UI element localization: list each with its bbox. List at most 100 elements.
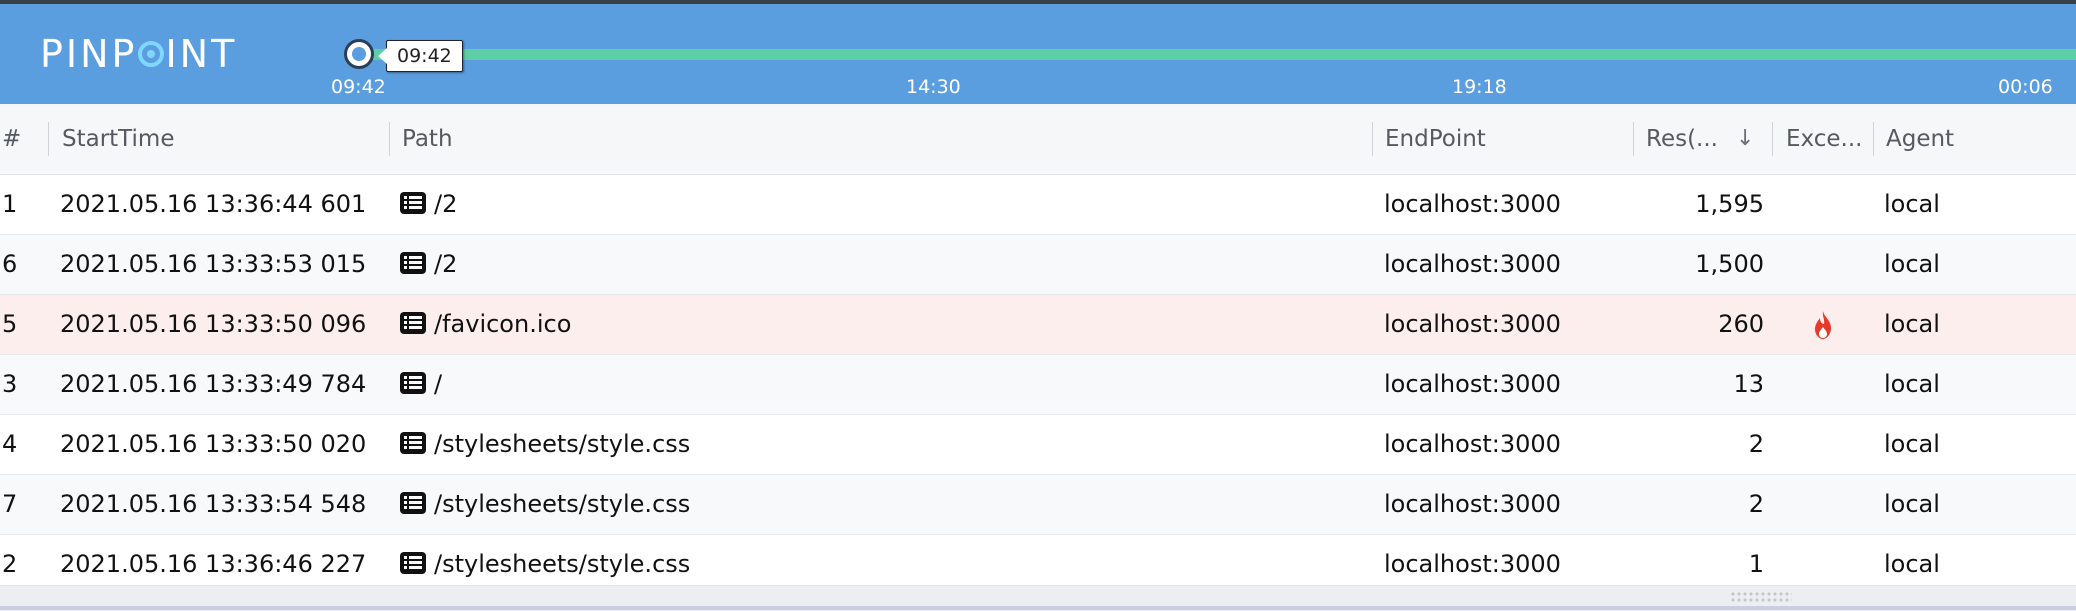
scrollbar-grip-icon[interactable] — [1730, 591, 1792, 603]
list-line — [409, 376, 422, 379]
list-bullet — [404, 201, 407, 204]
table-row[interactable]: 1 2021.05.16 13:36:44 601/2 localhost:3000… — [0, 175, 2076, 235]
list-line — [409, 566, 422, 569]
list-bullet — [404, 326, 407, 329]
column-header-path[interactable]: Path — [402, 104, 1362, 174]
list-bullet — [404, 381, 407, 384]
list-bullet — [404, 506, 407, 509]
cell-starttime: 2021.05.16 13:33:50 020 — [60, 430, 367, 458]
list-line — [409, 506, 422, 509]
list-line — [409, 266, 422, 269]
list-line — [409, 261, 422, 264]
table-row[interactable]: 4 2021.05.16 13:33:50 020/stylesheets/sty… — [0, 415, 2076, 475]
cell-index: 7 — [2, 490, 18, 518]
pinpoint-logo[interactable]: PINP INT — [40, 32, 237, 76]
timeline-tick-2: 14:30 — [906, 76, 961, 98]
column-resize-handle[interactable] — [1772, 122, 1773, 156]
table-row[interactable]: 3 2021.05.16 13:33:49 784 / localhost:3000 1… — [0, 355, 2076, 415]
list-bullet — [404, 266, 407, 269]
cell-path[interactable]: /stylesheets/style.css — [434, 415, 1334, 474]
cell-endpoint: localhost:3000 — [1384, 190, 1561, 218]
list-bullet — [404, 206, 407, 209]
timeline-handle[interactable] — [344, 39, 374, 69]
list-bullet — [404, 496, 407, 499]
call-tree-list-icon[interactable] — [400, 192, 426, 214]
table-header: # StartTime Path EndPoint Res(... ↓ Exce… — [0, 104, 2076, 175]
list-bullet — [404, 261, 407, 264]
cell-agent: local — [1884, 430, 1940, 458]
cell-agent: local — [1884, 190, 1940, 218]
list-bullet — [404, 256, 407, 259]
timeline-handle-label: 09:42 — [378, 40, 463, 72]
timeline-tick-end: 00:06 — [1998, 76, 2053, 98]
cell-starttime: 2021.05.16 13:33:49 784 — [60, 370, 367, 398]
list-bullet — [404, 436, 407, 439]
timeline-track[interactable] — [358, 49, 2076, 60]
cell-starttime: 2021.05.16 13:33:54 548 — [60, 490, 367, 518]
call-tree-list-icon[interactable] — [400, 252, 426, 274]
cell-path[interactable]: / — [434, 355, 1334, 414]
column-resize-handle[interactable] — [48, 122, 49, 156]
call-tree-list-icon[interactable] — [400, 492, 426, 514]
call-tree-list-icon[interactable] — [400, 312, 426, 334]
column-resize-handle[interactable] — [1633, 122, 1634, 156]
table-row[interactable]: 5 2021.05.16 13:33:50 096/favicon.ico loca… — [0, 295, 2076, 355]
column-header-response[interactable]: Res(... — [1646, 104, 1732, 174]
cell-index: 5 — [2, 310, 18, 338]
cell-path[interactable]: /2 — [434, 235, 1334, 294]
list-bullet — [404, 441, 407, 444]
cell-agent: local — [1884, 310, 1940, 338]
column-header-starttime[interactable]: StartTime — [62, 104, 382, 174]
list-bullet — [404, 501, 407, 504]
cell-response-time: 260 — [1718, 310, 1764, 338]
list-bullet — [404, 446, 407, 449]
cell-index: 1 — [2, 190, 18, 218]
list-line — [409, 256, 422, 259]
list-bullet — [404, 386, 407, 389]
cell-endpoint: localhost:3000 — [1384, 430, 1561, 458]
list-bullet — [404, 196, 407, 199]
cell-response-time: 2 — [1748, 490, 1764, 518]
table-row[interactable]: 6 2021.05.16 13:33:53 015/2 localhost:3000… — [0, 235, 2076, 295]
cell-endpoint: localhost:3000 — [1384, 490, 1561, 518]
cell-endpoint: localhost:3000 — [1384, 370, 1561, 398]
list-bullet — [404, 321, 407, 324]
cell-starttime: 2021.05.16 13:33:53 015 — [60, 250, 367, 278]
cell-endpoint: localhost:3000 — [1384, 250, 1561, 278]
call-tree-list-icon[interactable] — [400, 432, 426, 454]
list-line — [409, 446, 422, 449]
logo-text-start: PINP — [40, 32, 138, 76]
timeline-tick-start: 09:42 — [331, 76, 386, 98]
logo-text-end: INT — [165, 32, 238, 76]
cell-path[interactable]: /favicon.ico — [434, 295, 1334, 354]
column-resize-handle[interactable] — [389, 122, 390, 156]
cell-response-time: 1,500 — [1695, 250, 1764, 278]
column-resize-handle[interactable] — [1372, 122, 1373, 156]
list-bullet — [404, 566, 407, 569]
list-line — [409, 496, 422, 499]
column-resize-handle[interactable] — [1873, 122, 1874, 156]
header-bar: PINP INT 09:42 09:42 14:30 19:18 00:06 — [0, 4, 2076, 104]
list-line — [409, 501, 422, 504]
sort-descending-icon[interactable]: ↓ — [1736, 104, 1754, 174]
list-line — [409, 381, 422, 384]
cell-endpoint: localhost:3000 — [1384, 310, 1561, 338]
column-header-endpoint[interactable]: EndPoint — [1385, 104, 1625, 174]
call-tree-list-icon[interactable] — [400, 552, 426, 574]
cell-path[interactable]: /2 — [434, 175, 1334, 234]
exception-fire-icon[interactable] — [1812, 310, 1834, 340]
list-line — [409, 561, 422, 564]
table-row[interactable]: 7 2021.05.16 13:33:54 548/stylesheets/sty… — [0, 475, 2076, 535]
list-bullet — [404, 561, 407, 564]
bottom-border — [0, 606, 2076, 610]
list-line — [409, 196, 422, 199]
column-header-exception[interactable]: Exce... — [1786, 104, 1872, 174]
list-line — [409, 441, 422, 444]
column-header-index[interactable]: # — [2, 104, 32, 174]
cell-response-time: 13 — [1733, 370, 1764, 398]
column-header-agent[interactable]: Agent — [1886, 104, 2036, 174]
list-line — [409, 201, 422, 204]
cell-path[interactable]: /stylesheets/style.css — [434, 475, 1334, 534]
cell-response-time: 2 — [1748, 430, 1764, 458]
call-tree-list-icon[interactable] — [400, 372, 426, 394]
